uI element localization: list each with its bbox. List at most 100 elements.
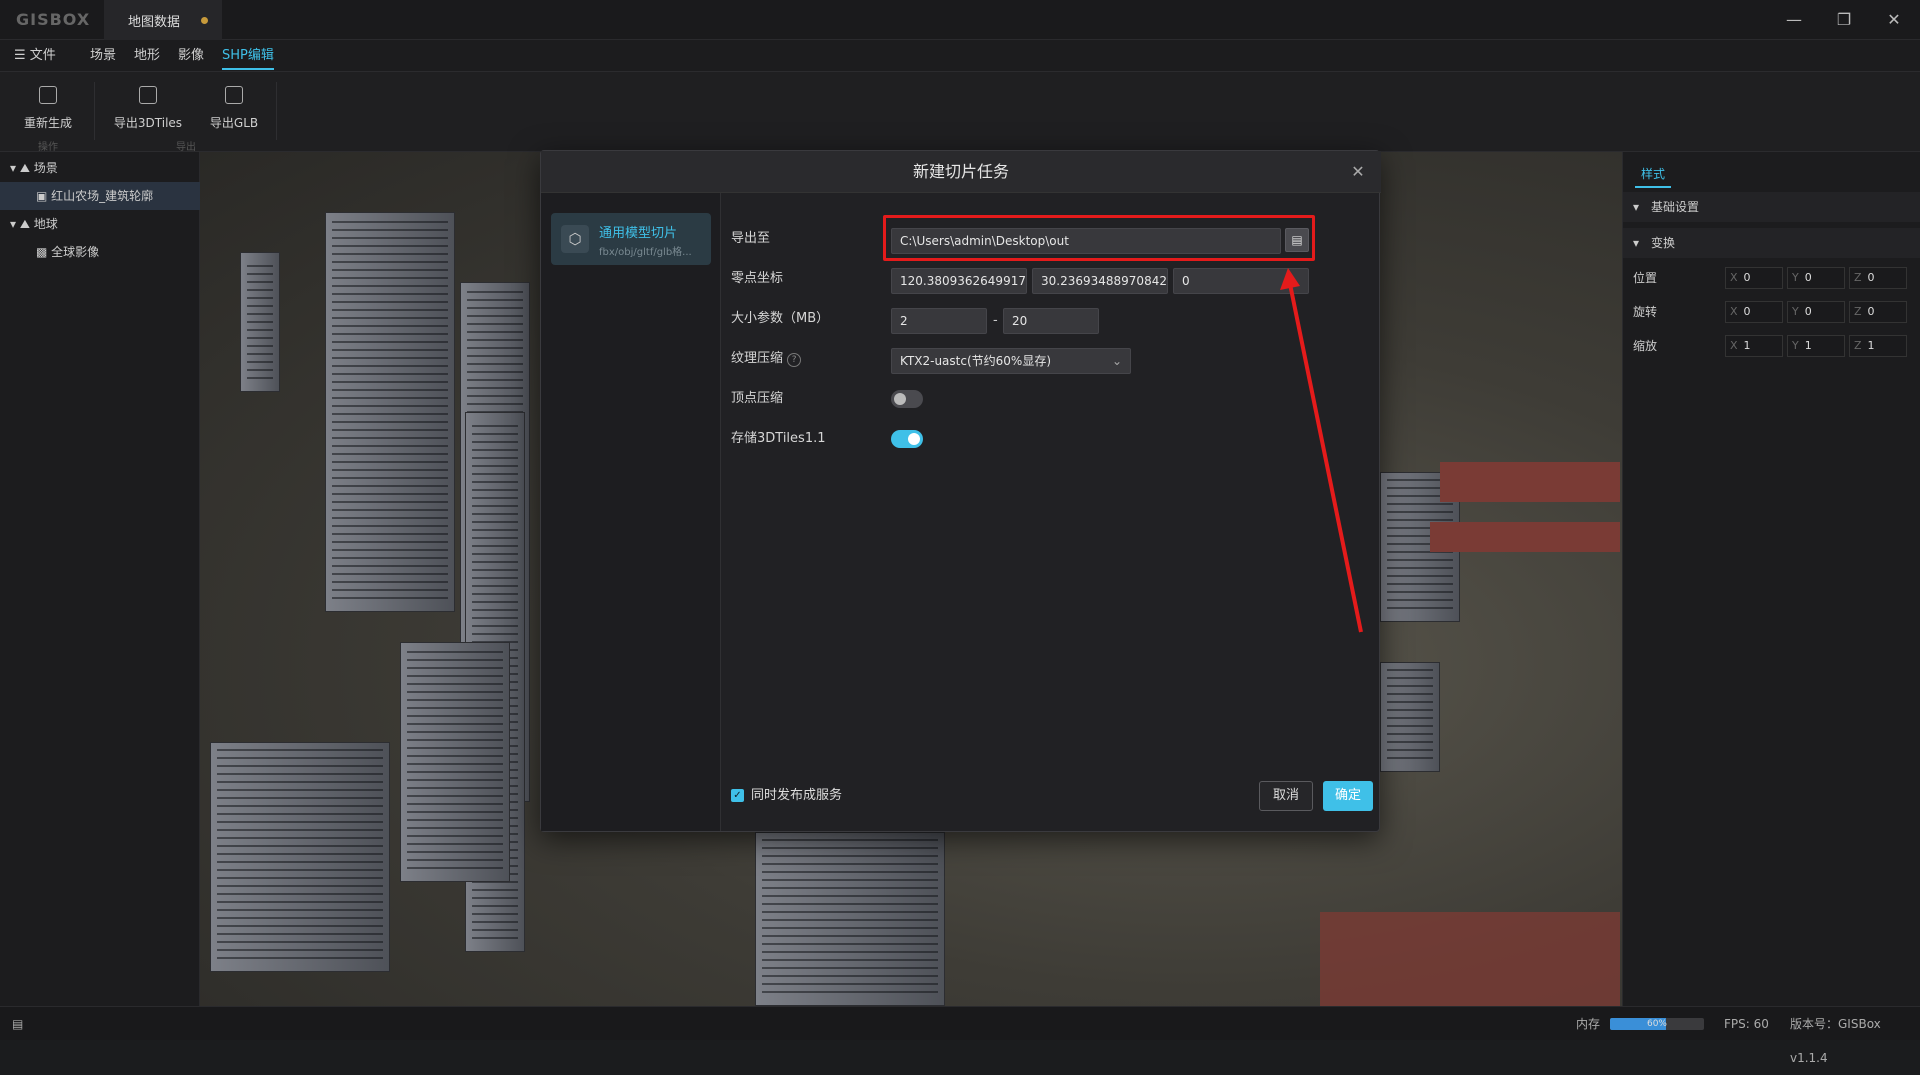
terrain-icon: ⛰: [19, 217, 34, 231]
roof: [1440, 462, 1620, 502]
export-label: 导出至: [731, 231, 771, 246]
regenerate-button[interactable]: 重新生成: [8, 86, 88, 131]
restore-icon[interactable]: ❐: [1832, 8, 1856, 32]
tree-node-scene[interactable]: ▾ ⛰ 场景: [0, 154, 200, 182]
tiling-type-general-model[interactable]: ⬡ 通用模型切片 fbx/obj/gltf/glb格...: [551, 213, 711, 265]
store-3dtiles-label: 存储3DTiles1.1: [731, 431, 826, 446]
building: [325, 212, 455, 612]
memory-progress-bar: 60%: [1610, 1018, 1704, 1030]
texture-compression-label: 纹理压缩 ?: [731, 346, 802, 372]
memory-progress-text: 60%: [1646, 1019, 1667, 1029]
rotation-label: 旋转: [1633, 305, 1658, 319]
dialog-sidebar: ⬡ 通用模型切片 fbx/obj/gltf/glb格...: [541, 193, 721, 831]
chevron-down-icon: ▾: [1633, 200, 1640, 214]
chevron-down-icon[interactable]: ▾: [10, 161, 20, 175]
building: [1380, 662, 1440, 772]
regenerate-icon: [39, 86, 57, 104]
imagery-icon: ▩: [36, 245, 52, 259]
store-3dtiles-toggle[interactable]: [891, 430, 923, 448]
publish-service-checkbox[interactable]: ✓: [731, 789, 744, 802]
document-tab[interactable]: 地图数据: [104, 0, 222, 40]
tree-item-global-imagery[interactable]: ▩ 全球影像: [0, 238, 200, 266]
roof: [1320, 912, 1620, 1006]
terrain-icon: ⛰: [19, 161, 34, 175]
menu-imagery[interactable]: 影像: [178, 40, 204, 72]
version-text: 版本号：GISBox v1.1.4: [1790, 1017, 1881, 1065]
vertex-compression-label: 顶点压缩: [731, 391, 784, 406]
title-bar: GISBOX 地图数据 — ❐ ✕: [0, 0, 1920, 40]
export-3dtiles-button[interactable]: 导出3DTiles: [108, 86, 188, 131]
scale-label: 缩放: [1633, 339, 1658, 353]
close-icon[interactable]: ✕: [1347, 161, 1369, 183]
tree-node-globe[interactable]: ▾ ⛰ 地球: [0, 210, 200, 238]
document-tab-label: 地图数据: [128, 14, 181, 30]
position-y-input[interactable]: Y0: [1787, 267, 1845, 289]
menu-scene[interactable]: 场景: [90, 40, 116, 72]
size-min-input[interactable]: 2: [891, 308, 987, 334]
size-max-input[interactable]: 20: [1003, 308, 1099, 334]
unsaved-dot-icon: [201, 17, 208, 24]
origin-y-input[interactable]: 30.23693488970842: [1032, 268, 1168, 294]
chevron-down-icon: ▾: [1633, 236, 1640, 250]
texture-compression-select[interactable]: KTX2-uastc(节约60%显存) ⌄: [891, 348, 1131, 374]
scale-x-input[interactable]: X1: [1725, 335, 1783, 357]
scale-y-input[interactable]: Y1: [1787, 335, 1845, 357]
section-basic-settings[interactable]: ▾ 基础设置: [1623, 192, 1920, 222]
help-icon[interactable]: ?: [787, 353, 802, 367]
menu-bar: ☰ 文件 场景 地形 影像 SHP编辑: [0, 40, 1920, 72]
size-label: 大小参数（MB）: [731, 311, 830, 326]
export-glb-button[interactable]: 导出GLB: [194, 86, 274, 131]
vertex-compression-toggle[interactable]: [891, 390, 923, 408]
app-logo: GISBOX: [16, 10, 91, 29]
building: [210, 742, 390, 972]
export-icon: [225, 86, 243, 104]
fps-readout: FPS: 60: [1724, 1017, 1769, 1031]
scene-tree-panel: ▾ ⛰ 场景 ▣ 红山农场_建筑轮廓 ▾ ⛰ 地球 ▩ 全球影像: [0, 152, 200, 1006]
cube-icon: ⬡: [561, 225, 589, 253]
roof: [1430, 522, 1620, 552]
ribbon-group-label: 导出: [176, 142, 196, 153]
origin-label: 零点坐标: [731, 271, 784, 286]
toggle-knob: [908, 433, 920, 445]
size-range-separator: -: [993, 313, 998, 328]
tree-item-scene-layer[interactable]: ▣ 红山农场_建筑轮廓: [0, 182, 200, 210]
chevron-down-icon[interactable]: ▾: [10, 217, 20, 231]
scale-z-input[interactable]: Z1: [1849, 335, 1907, 357]
origin-z-input[interactable]: 0: [1173, 268, 1309, 294]
cancel-button[interactable]: 取消: [1259, 781, 1313, 811]
close-window-icon[interactable]: ✕: [1882, 8, 1906, 32]
rotation-x-input[interactable]: X0: [1725, 301, 1783, 323]
hamburger-icon: ☰: [14, 48, 30, 63]
memory-label: 内存: [1576, 1017, 1601, 1031]
building: [400, 642, 510, 882]
rotation-z-input[interactable]: Z0: [1849, 301, 1907, 323]
annotation-highlight-box: [883, 215, 1315, 261]
rotation-y-input[interactable]: Y0: [1787, 301, 1845, 323]
publish-service-label[interactable]: 同时发布成服务: [751, 783, 842, 809]
chevron-down-icon: ⌄: [1111, 354, 1122, 368]
position-label: 位置: [1633, 271, 1658, 285]
confirm-button[interactable]: 确定: [1323, 781, 1373, 811]
image-icon: ▣: [36, 189, 52, 203]
menu-terrain[interactable]: 地形: [134, 40, 160, 72]
tab-style[interactable]: 样式: [1635, 160, 1672, 188]
position-x-input[interactable]: X0: [1725, 267, 1783, 289]
export-icon: [139, 86, 157, 104]
ribbon-toolbar: 重新生成 导出3DTiles 导出GLB 操作 导出: [0, 72, 1920, 153]
new-tiling-task-dialog: 新建切片任务 ✕ ⬡ 通用模型切片 fbx/obj/gltf/glb格... 导…: [540, 150, 1381, 832]
section-transform[interactable]: ▾ 变换: [1623, 228, 1920, 258]
menu-file[interactable]: ☰ 文件: [14, 40, 56, 72]
ribbon-group-label: 操作: [38, 142, 58, 153]
ribbon-divider: [94, 82, 95, 140]
minimize-icon[interactable]: —: [1782, 8, 1806, 32]
origin-x-input[interactable]: 120.38093626499176: [891, 268, 1027, 294]
property-panel: 样式 ▾ 基础设置 ▾ 变换 位置 X0 Y0 Z0 旋转 X0 Y0 Z0 缩放 …: [1622, 152, 1920, 1006]
dialog-title: 新建切片任务: [541, 151, 1381, 193]
menu-shp-edit[interactable]: SHP编辑: [222, 40, 274, 70]
toggle-knob: [894, 393, 906, 405]
position-z-input[interactable]: Z0: [1849, 267, 1907, 289]
tiling-type-formats: fbx/obj/gltf/glb格...: [599, 247, 692, 258]
log-icon[interactable]: ▤: [12, 1007, 23, 1041]
status-bar: ▤ 内存 60% FPS: 60 版本号：GISBox v1.1.4: [0, 1006, 1920, 1065]
tiling-type-title: 通用模型切片: [599, 226, 678, 241]
